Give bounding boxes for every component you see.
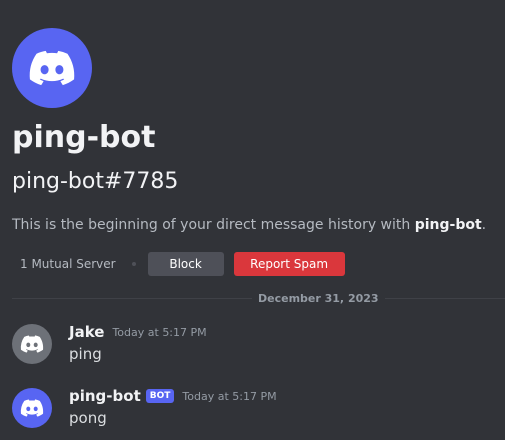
bot-badge: BOT	[145, 389, 175, 403]
profile-tag: ping-bot#7785	[12, 169, 179, 194]
message-header: ping-bot BOT Today at 5:17 PM	[69, 386, 277, 406]
intro-suffix: .	[481, 217, 487, 233]
intro-username: ping-bot	[414, 217, 482, 233]
mutual-servers-link[interactable]: 1 Mutual Server	[12, 257, 124, 271]
message-header: Jake Today at 5:17 PM	[69, 322, 207, 342]
profile-avatar[interactable]	[12, 28, 92, 108]
message-author[interactable]: ping-bot	[69, 387, 141, 405]
message-content: pong	[69, 409, 107, 427]
dm-header	[12, 28, 492, 108]
date-divider-label: December 31, 2023	[252, 292, 385, 305]
message-content: ping	[69, 345, 102, 363]
block-button[interactable]: Block	[147, 252, 224, 276]
profile-name: ping-bot	[12, 120, 156, 155]
message-item[interactable]: ping-bot BOT Today at 5:17 PM pong	[12, 386, 492, 430]
message-timestamp: Today at 5:17 PM	[182, 389, 277, 403]
discord-logo-icon	[20, 332, 44, 356]
separator-dot	[131, 262, 136, 266]
discord-logo-icon	[20, 396, 44, 420]
report-spam-button[interactable]: Report Spam	[233, 252, 345, 276]
avatar[interactable]	[12, 388, 52, 428]
message-author[interactable]: Jake	[69, 323, 104, 341]
intro-prefix: This is the beginning of your direct mes…	[12, 217, 415, 233]
avatar[interactable]	[12, 324, 52, 364]
message-timestamp: Today at 5:17 PM	[112, 325, 207, 339]
dm-intro-text: This is the beginning of your direct mes…	[12, 214, 486, 236]
message-item[interactable]: Jake Today at 5:17 PM ping	[12, 322, 492, 366]
discord-logo-icon	[28, 44, 76, 92]
profile-actions: 1 Mutual Server Block Report Spam	[12, 252, 345, 276]
